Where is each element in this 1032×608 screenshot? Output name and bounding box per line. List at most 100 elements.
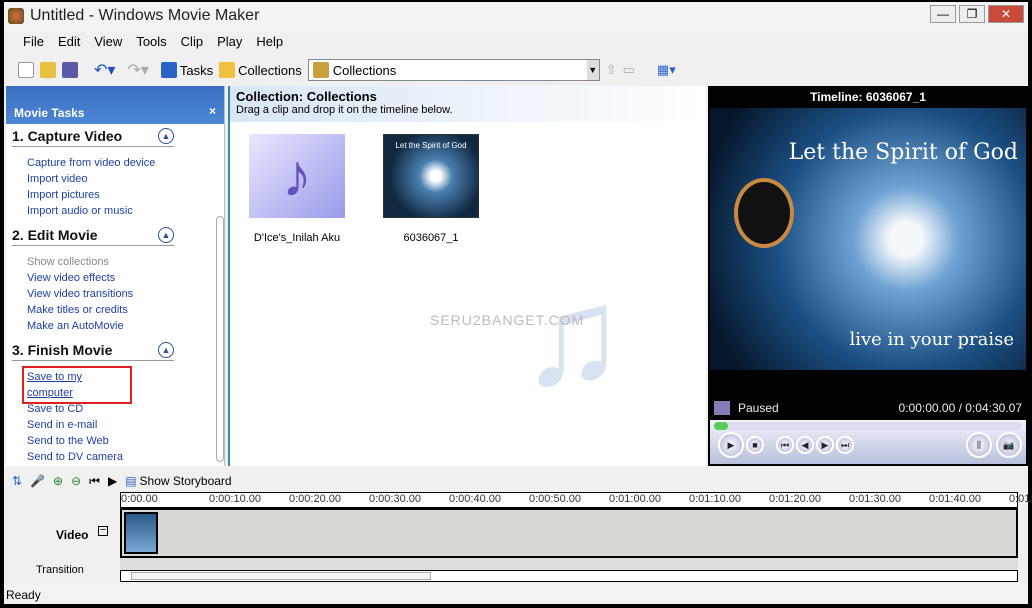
save-icon[interactable] (62, 62, 78, 78)
ruler-tick: 0:00.00 (121, 493, 158, 505)
menu-view[interactable]: View (89, 34, 127, 49)
collection-item-audio[interactable]: ♪ D'Ice's_Inilah Aku (242, 134, 352, 244)
back-button[interactable]: ◀ (796, 436, 814, 454)
menu-clip[interactable]: Clip (176, 34, 208, 49)
playback-status: Paused (738, 401, 779, 415)
task-link[interactable]: Send in e-mail (12, 417, 224, 433)
minimize-button[interactable]: — (930, 5, 956, 23)
task-link[interactable]: View video effects (12, 270, 224, 286)
play-button[interactable]: ▶ (718, 432, 744, 458)
next-frame-button[interactable]: ⏭ (836, 436, 854, 454)
new-project-icon[interactable] (18, 62, 34, 78)
timeline-hscrollbar[interactable] (120, 570, 1018, 582)
section-title: 3. Finish Movie (12, 342, 113, 358)
zoom-out-icon[interactable]: ⊖ (71, 474, 81, 488)
ruler-tick: 0:01:50. (1009, 493, 1032, 505)
forward-button[interactable]: ▶ (816, 436, 834, 454)
timeline-ruler[interactable]: 0:00.00 0:00:10.00 0:00:20.00 0:00:30.00 0:0… (120, 492, 1032, 508)
zoom-in-icon[interactable]: ⊕ (53, 474, 63, 488)
preview-text-bottom: live in your praise (849, 329, 1014, 350)
tasks-button[interactable]: Tasks (160, 62, 214, 78)
ruler-tick: 0:01:00.00 (609, 493, 661, 505)
seek-thumb[interactable] (714, 422, 728, 430)
save-to-computer-link[interactable]: Save to my computer (22, 366, 132, 404)
collections-label: Collections (238, 62, 302, 78)
app-window: Untitled - Windows Movie Maker — ❐ ✕ Fil… (4, 2, 1032, 604)
collapse-track-icon[interactable]: − (98, 525, 108, 536)
item-label: D'Ice's_Inilah Aku (253, 232, 341, 244)
new-collection-icon[interactable]: ▭ (623, 62, 635, 78)
menu-file[interactable]: File (18, 34, 49, 49)
transition-track[interactable] (120, 558, 1018, 570)
collapse-icon[interactable]: ▲ (158, 128, 174, 144)
collection-item-video[interactable]: Let the Spirit of God 6036067_1 (376, 134, 486, 244)
take-picture-button[interactable]: 📷 (996, 432, 1022, 458)
ruler-tick: 0:01:10.00 (689, 493, 741, 505)
collapse-icon[interactable]: ▲ (158, 342, 174, 358)
task-link[interactable]: Import audio or music (12, 203, 224, 219)
movie-tasks-pane: Movie Tasks × 1. Capture Video ▲ Capture f… (6, 86, 225, 466)
previous-frame-button[interactable]: ⏮ (776, 436, 794, 454)
movie-maker-icon (8, 8, 24, 24)
scroll-thumb[interactable] (131, 572, 431, 580)
ruler-tick: 0:00:40.00 (449, 493, 501, 505)
task-link[interactable]: Show collections (12, 254, 224, 270)
close-button[interactable]: ✕ (988, 5, 1024, 23)
task-link[interactable]: Capture from video device (12, 155, 224, 171)
fullscreen-icon[interactable] (714, 401, 730, 415)
menu-play[interactable]: Play (212, 34, 247, 49)
ruler-tick: 0:00:30.00 (369, 493, 421, 505)
rewind-icon[interactable]: ⏮ (89, 474, 100, 489)
task-link[interactable]: Make titles or credits (12, 302, 224, 318)
task-link[interactable]: Make an AutoMovie (12, 318, 224, 334)
up-level-icon[interactable]: ⇧ (606, 62, 617, 78)
capture-video-section: 1. Capture Video ▲ Capture from video dev… (6, 124, 224, 223)
collection-icon (312, 62, 329, 78)
split-clip-button[interactable]: ⫼ (966, 432, 992, 458)
timeline-clip[interactable] (124, 512, 158, 554)
video-track[interactable] (120, 508, 1018, 558)
maximize-button[interactable]: ❐ (959, 5, 985, 23)
collections-button[interactable]: Collections (219, 62, 302, 78)
task-link[interactable]: Send to the Web (12, 433, 224, 449)
item-label: 6036067_1 (403, 232, 459, 244)
preview-text-top: Let the Spirit of God (788, 140, 1018, 165)
seek-bar[interactable] (714, 422, 1022, 430)
tasks-label: Tasks (179, 62, 214, 78)
set-audio-levels-icon[interactable]: ⇅ (12, 474, 22, 488)
collapse-icon[interactable]: ▲ (158, 227, 174, 243)
menu-bar: File Edit View Tools Clip Play Help (4, 30, 1028, 52)
music-note-icon: ♪ (249, 134, 345, 218)
menu-help[interactable]: Help (251, 34, 288, 49)
task-link[interactable]: Send to DV camera (12, 449, 224, 465)
redo-icon[interactable]: ↷▾ (127, 60, 148, 80)
edit-movie-section: 2. Edit Movie ▲ Show collections View vid… (6, 223, 224, 338)
title-bar: Untitled - Windows Movie Maker — ❐ ✕ (4, 2, 1028, 30)
collections-dropdown[interactable]: Collections ▼ (307, 59, 600, 81)
task-link[interactable]: Import video (12, 171, 224, 187)
section-title: 2. Edit Movie (12, 227, 98, 243)
stop-button[interactable]: ■ (746, 436, 764, 454)
video-thumbnail: Let the Spirit of God (383, 134, 479, 218)
menu-tools[interactable]: Tools (131, 34, 171, 49)
show-storyboard-label: Show Storyboard (139, 474, 232, 488)
tasks-scrollbar[interactable] (216, 216, 224, 462)
section-title: 1. Capture Video (12, 128, 123, 144)
play-timeline-icon[interactable]: ▶ (108, 474, 117, 488)
open-project-icon[interactable] (40, 62, 56, 78)
show-storyboard-button[interactable]: ▤ Show Storyboard (125, 474, 231, 488)
undo-icon[interactable]: ↶▾ (94, 60, 115, 80)
watermark-text: SERU2BANGET.COM (430, 312, 585, 328)
views-icon[interactable]: ▦▾ (657, 62, 676, 78)
task-link[interactable]: View video transitions (12, 286, 224, 302)
close-tasks-button[interactable]: × (209, 104, 216, 118)
storyboard-icon: ▤ (125, 474, 137, 488)
preview-title: Timeline: 6036067_1 (810, 90, 926, 104)
menu-edit[interactable]: Edit (53, 34, 85, 49)
collection-title: Collection: Collections (236, 89, 377, 104)
narrate-icon[interactable]: 🎤 (30, 474, 45, 488)
task-link[interactable]: Save to CD (12, 401, 224, 417)
timeline: 0:00.00 0:00:10.00 0:00:20.00 0:00:30.00 0:0… (4, 492, 1032, 584)
ruler-tick: 0:01:30.00 (849, 493, 901, 505)
task-link[interactable]: Import pictures (12, 187, 224, 203)
